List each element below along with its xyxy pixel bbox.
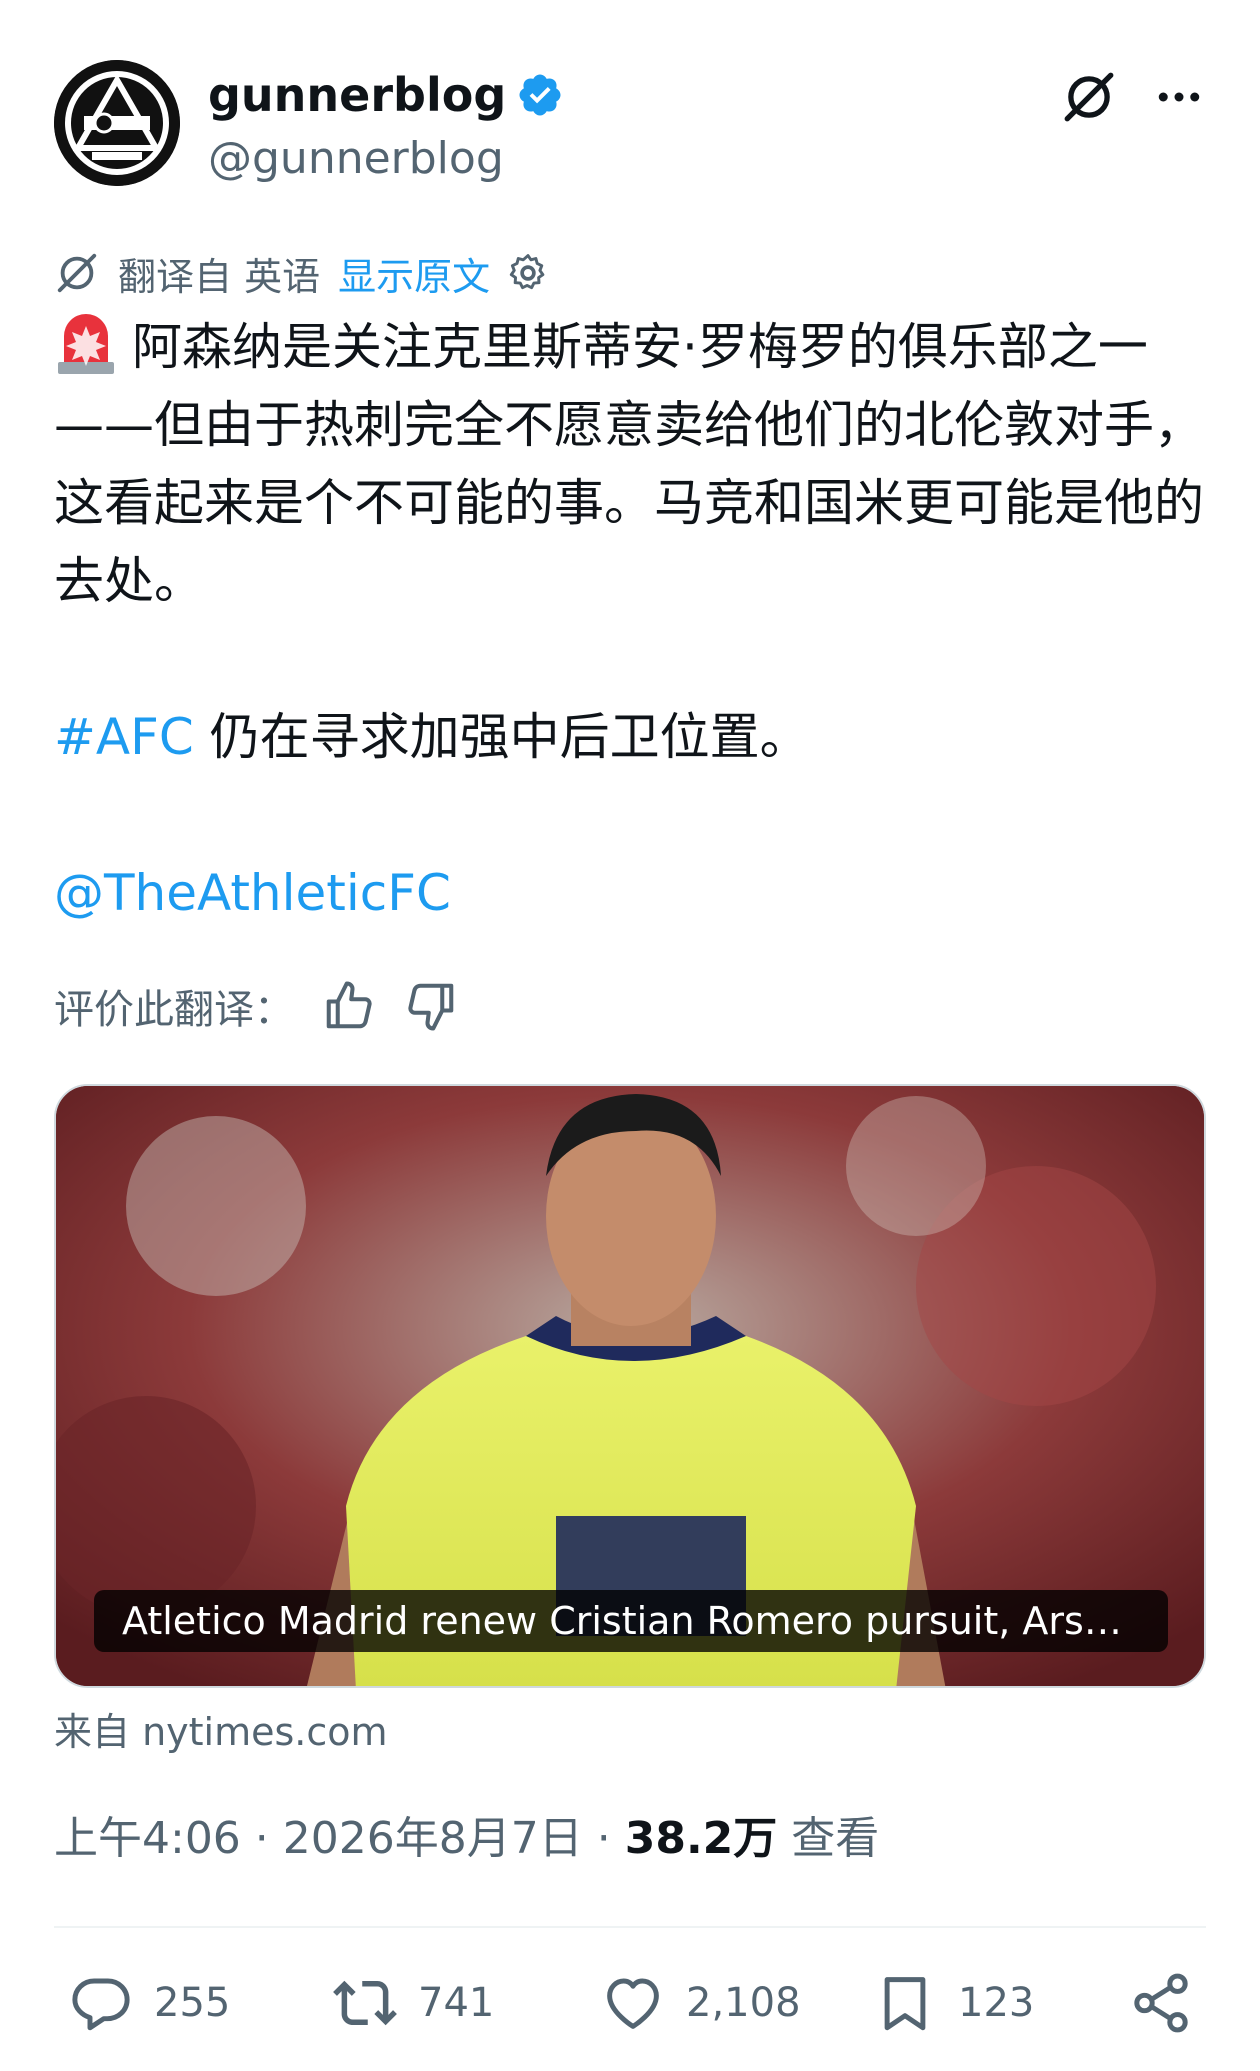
action-bar: 255 741 2,108 123 [54,1966,1206,2040]
avatar[interactable] [54,60,180,186]
mention-link[interactable]: @TheAthleticFC [54,864,451,922]
tweet-date[interactable]: 2026年8月7日 [283,1813,583,1864]
verified-badge-icon[interactable] [516,71,564,119]
thumbs-up-icon[interactable] [322,979,376,1033]
grok-icon[interactable] [1060,68,1118,126]
rate-translation-label: 评价此翻译： [54,987,294,1033]
police-light-emoji-icon [58,314,114,374]
tweet-text-main: 阿森纳是关注克里斯蒂安·罗梅罗的俱乐部之一——但由于热刺完全不愿意卖给他们的北伦… [54,318,1204,610]
views-count: 38.2万 [624,1813,778,1864]
like-button[interactable]: 2,108 [600,1966,801,2040]
tweet-text-second: 仍在寻求加强中后卫位置。 [193,708,810,766]
translated-from-label: 翻译自 英语 [118,254,321,299]
gear-icon[interactable] [506,251,550,295]
display-name[interactable]: gunnerblog [208,66,506,124]
meta-separator: · [240,1813,283,1864]
translation-notice: 翻译自 英语 显示原文 [54,246,550,300]
grok-translate-icon [57,253,97,293]
repost-button[interactable]: 741 [332,1966,494,2040]
hashtag-link[interactable]: #AFC [54,708,194,766]
bookmark-icon [884,1977,926,2031]
author-handle[interactable]: @gunnerblog [208,128,564,190]
show-original-link[interactable]: 显示原文 [338,246,490,301]
views-label: 查看 [777,1813,880,1864]
rate-translation: 评价此翻译： [54,976,458,1036]
tweet-body: 阿森纳是关注克里斯蒂安·罗梅罗的俱乐部之一——但由于热刺完全不愿意卖给他们的北伦… [54,308,1206,932]
reply-icon [72,1978,130,2031]
bookmark-count: 123 [958,1980,1035,2026]
more-options-icon[interactable] [1152,70,1206,124]
divider [54,1926,1206,1928]
tweet-meta: 上午4:06 · 2026年8月7日 · 38.2万 查看 [54,1806,879,1872]
reply-count: 255 [154,1980,231,2026]
repost-count: 741 [418,1980,495,2026]
card-title: Atletico Madrid renew Cristian Romero pu… [94,1590,1168,1652]
link-preview-card[interactable]: Atletico Madrid renew Cristian Romero pu… [54,1084,1206,1688]
heart-icon [607,1978,659,2029]
meta-separator: · [582,1813,625,1864]
reply-button[interactable]: 255 [68,1966,230,2040]
share-icon [1134,1973,1188,2033]
tweet-header: gunnerblog @gunnerblog [54,60,1206,190]
gunnerblog-logo-icon [54,60,180,186]
link-source[interactable]: 来自 nytimes.com [54,1704,388,1760]
thumbs-down-icon[interactable] [404,979,458,1033]
share-button[interactable] [1128,1966,1214,2040]
tweet-time[interactable]: 上午4:06 [54,1813,241,1864]
like-count: 2,108 [686,1980,801,2026]
repost-icon [333,1980,397,2026]
bookmark-button[interactable]: 123 [872,1966,1034,2040]
